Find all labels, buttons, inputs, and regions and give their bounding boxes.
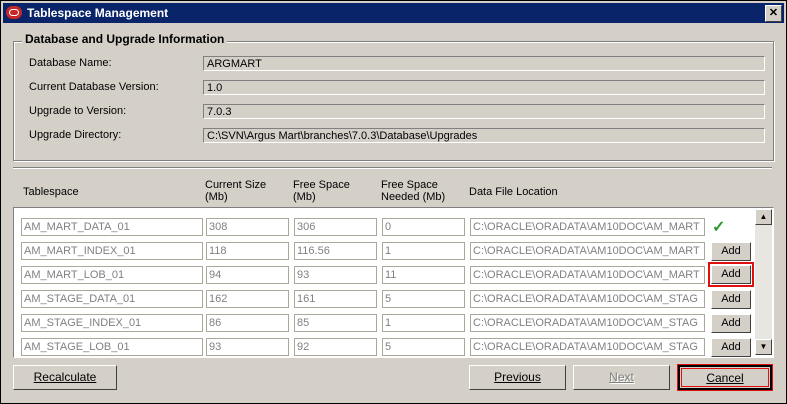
col-header-current-size-line1: Current Size	[205, 179, 267, 191]
space-needed-cell: 0	[382, 218, 465, 236]
close-icon[interactable]: ✕	[765, 5, 782, 22]
tablespace-name-cell: AM_STAGE_DATA_01	[21, 290, 203, 308]
col-header-needed-line2: Needed (Mb)	[381, 191, 446, 203]
cancel-label: Cancel	[706, 371, 744, 385]
upgrade-info-title: Database and Upgrade Information	[22, 32, 228, 46]
col-header-free-space: Free Space (Mb)	[293, 179, 350, 203]
free-space-cell: 116.56	[294, 242, 377, 260]
tablespace-management-window: Tablespace Management ✕ Database and Upg…	[0, 0, 787, 404]
free-space-cell: 93	[294, 266, 377, 284]
previous-label: Previous	[494, 370, 541, 384]
upgrade-version-label: Upgrade to Version:	[29, 105, 127, 117]
tablespace-name-cell: AM_STAGE_INDEX_01	[21, 314, 203, 332]
space-needed-cell: 5	[382, 290, 465, 308]
scroll-down-icon[interactable]: ▼	[755, 339, 772, 355]
data-file-location-cell[interactable]: C:\ORACLE\ORADATA\AM10DOC\AM_MART	[470, 242, 705, 260]
add-datafile-button[interactable]: Add	[708, 262, 754, 287]
data-file-location-cell[interactable]: C:\ORACLE\ORADATA\AM10DOC\AM_STAG	[470, 290, 705, 308]
current-version-field: 1.0	[203, 80, 765, 95]
col-header-location: Data File Location	[469, 186, 558, 198]
tablespace-name-cell: AM_MART_LOB_01	[21, 266, 203, 284]
title-bar: Tablespace Management ✕	[3, 3, 784, 23]
col-header-needed-line1: Free Space	[381, 179, 438, 191]
current-size-cell: 308	[206, 218, 289, 236]
col-header-current-size-line2: (Mb)	[205, 191, 228, 203]
current-size-cell: 94	[206, 266, 289, 284]
data-file-location-cell[interactable]: C:\ORACLE\ORADATA\AM10DOC\AM_MART	[470, 218, 705, 236]
next-button[interactable]: Next	[573, 365, 670, 390]
space-needed-cell: 11	[382, 266, 465, 284]
recalculate-button[interactable]: Recalculate	[13, 365, 117, 390]
free-space-cell: 161	[294, 290, 377, 308]
current-size-cell: 86	[206, 314, 289, 332]
tablespace-name-cell: AM_MART_DATA_01	[21, 218, 203, 236]
space-needed-cell: 1	[382, 314, 465, 332]
col-header-needed: Free Space Needed (Mb)	[381, 179, 445, 203]
database-name-label: Database Name:	[29, 57, 112, 69]
col-header-free-space-line1: Free Space	[293, 179, 350, 191]
free-space-cell: 306	[294, 218, 377, 236]
space-needed-cell: 1	[382, 242, 465, 260]
check-icon: ✓	[712, 219, 726, 236]
tablespace-name-cell: AM_STAGE_LOB_01	[21, 338, 203, 356]
window-title: Tablespace Management	[27, 6, 169, 20]
upgrade-directory-label: Upgrade Directory:	[29, 129, 122, 141]
free-space-cell: 92	[294, 338, 377, 356]
section-divider	[13, 167, 772, 169]
upgrade-version-field: 7.0.3	[203, 104, 765, 119]
current-size-cell: 118	[206, 242, 289, 260]
add-datafile-button[interactable]: Add	[711, 314, 751, 333]
next-label: Next	[609, 370, 634, 384]
cancel-button[interactable]: Cancel	[678, 365, 772, 390]
oracle-logo-icon	[6, 6, 22, 19]
add-datafile-button[interactable]: Add	[711, 338, 751, 357]
current-size-cell: 93	[206, 338, 289, 356]
scroll-up-icon[interactable]: ▲	[755, 209, 772, 225]
space-needed-cell: 5	[382, 338, 465, 356]
data-file-location-cell[interactable]: C:\ORACLE\ORADATA\AM10DOC\AM_MART	[470, 266, 705, 284]
database-name-field: ARGMART	[203, 56, 765, 71]
tablespace-name-cell: AM_MART_INDEX_01	[21, 242, 203, 260]
free-space-cell: 85	[294, 314, 377, 332]
data-file-location-cell[interactable]: C:\ORACLE\ORADATA\AM10DOC\AM_STAG	[470, 314, 705, 332]
recalculate-label: Recalculate	[33, 370, 97, 384]
col-header-free-space-line2: (Mb)	[293, 191, 316, 203]
data-file-location-cell[interactable]: C:\ORACLE\ORADATA\AM10DOC\AM_STAG	[470, 338, 705, 356]
current-size-cell: 162	[206, 290, 289, 308]
col-header-current-size: Current Size (Mb)	[205, 179, 266, 203]
col-header-tablespace: Tablespace	[23, 186, 79, 198]
previous-button[interactable]: Previous	[469, 365, 566, 390]
upgrade-directory-field: C:\SVN\Argus Mart\branches\7.0.3\Databas…	[203, 128, 765, 143]
add-datafile-button[interactable]: Add	[711, 242, 751, 261]
current-version-label: Current Database Version:	[29, 81, 159, 93]
add-datafile-button[interactable]: Add	[711, 290, 751, 309]
vertical-scrollbar[interactable]: ▲ ▼	[755, 209, 772, 355]
